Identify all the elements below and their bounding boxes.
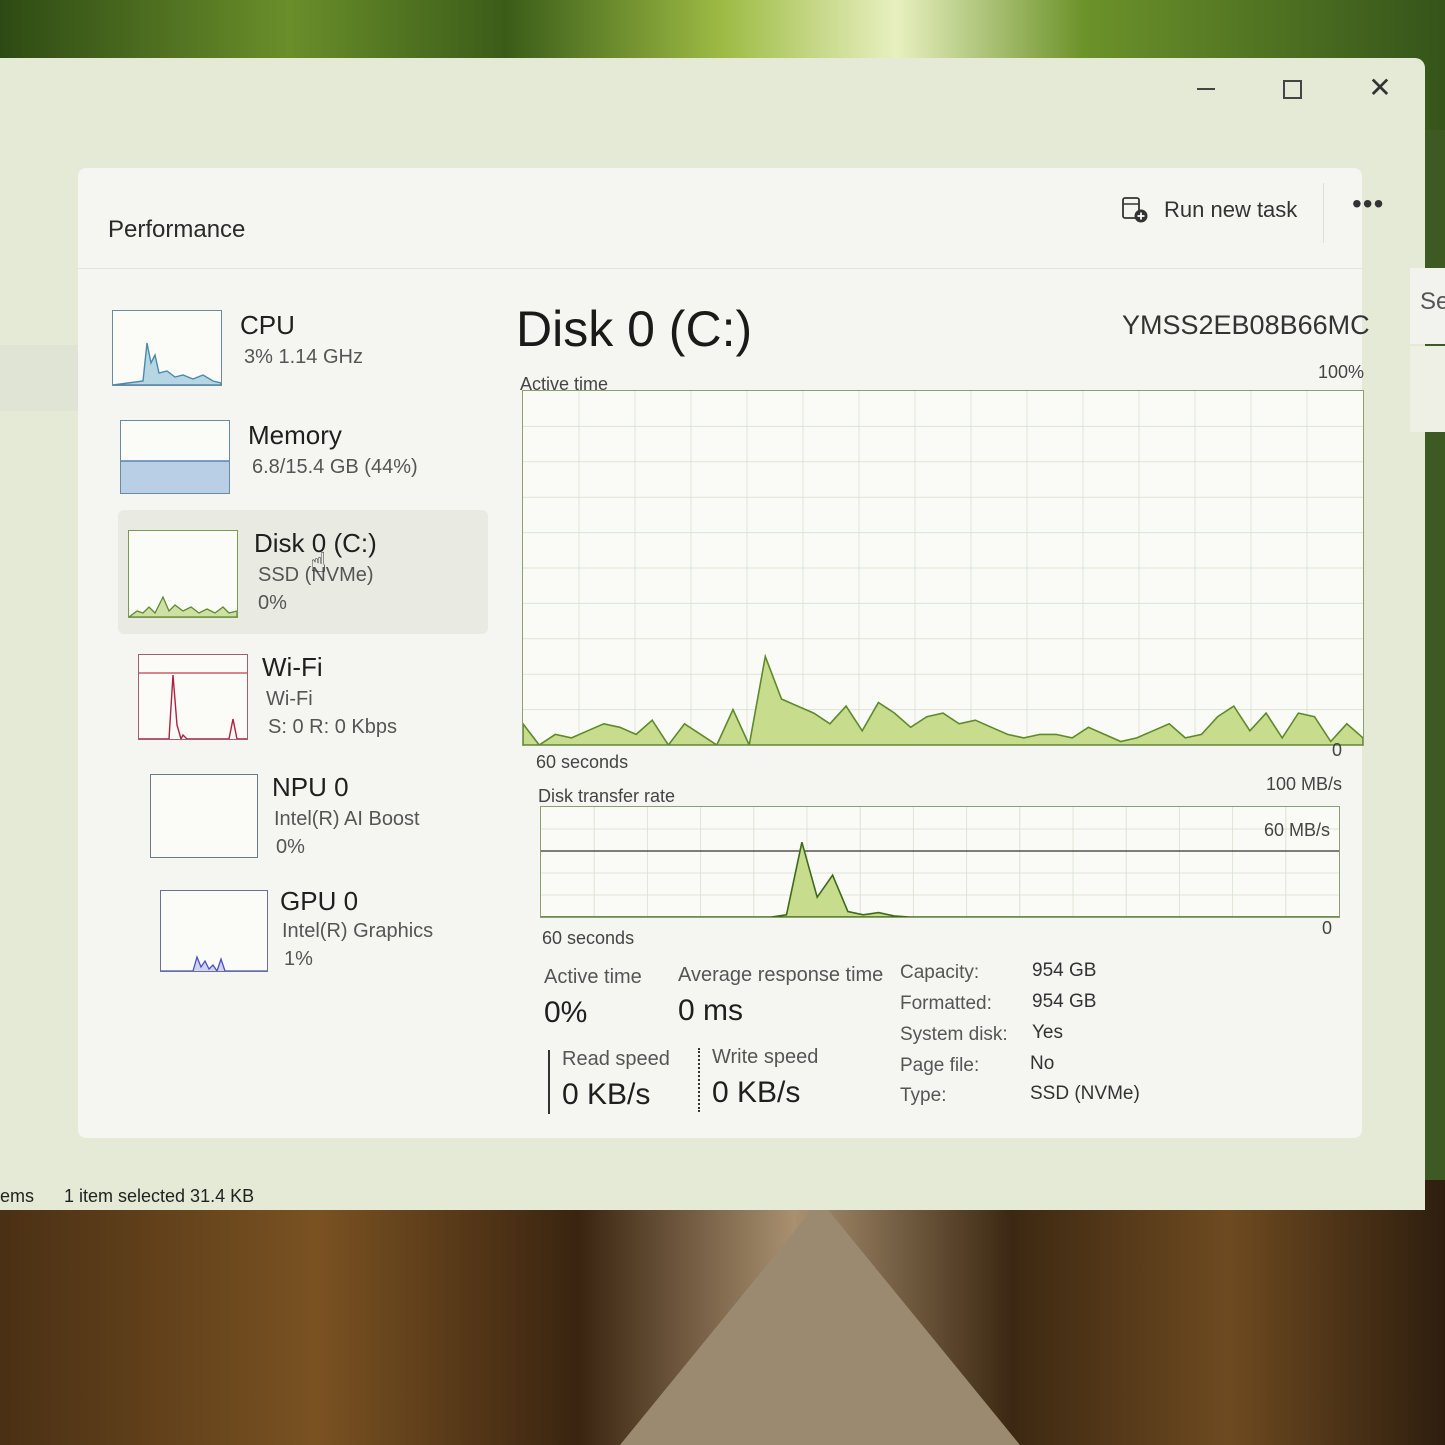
status-selection: 1 item selected 31.4 KB <box>64 1186 255 1206</box>
property-key: Capacity: <box>900 962 980 983</box>
property-value: SSD (NVMe) <box>1030 1083 1140 1104</box>
property-key: System disk: <box>900 1024 1008 1045</box>
cpu-thumbnail-graph <box>112 310 222 386</box>
transfer-rate-chart <box>540 806 1340 918</box>
read-speed-value: 0 KB/s <box>562 1078 651 1111</box>
background-sidebar <box>0 345 82 411</box>
transfer-rate-grid <box>541 807 1339 917</box>
header-divider <box>1323 183 1324 243</box>
panel-header: Performance Run new task ••• <box>78 168 1383 269</box>
side-hint-text: Se <box>1420 288 1445 315</box>
sidebar-item-sub: Intel(R) AI Boost <box>274 808 420 830</box>
sidebar-item-title: NPU 0 <box>272 772 349 802</box>
performance-panel: Performance Run new task ••• CPU 3% 1.14… <box>78 168 1383 1138</box>
transfer-chart-duration: 60 seconds <box>542 928 635 948</box>
sidebar-item-sub: 6.8/15.4 GB (44%) <box>252 456 418 478</box>
property-value: 954 GB <box>1032 960 1097 981</box>
active-time-chart-min: 0 <box>1332 740 1343 760</box>
active-time-chart-max: 100% <box>1318 362 1365 382</box>
background-window-edge-2 <box>1410 346 1445 432</box>
property-value: 954 GB <box>1032 991 1097 1012</box>
disk-model: YMSS2EB08B66MC <box>1122 310 1370 340</box>
more-options-button[interactable]: ••• <box>1352 188 1384 220</box>
transfer-chart-max: 100 MB/s <box>1266 774 1343 794</box>
background-window-edge: Se <box>1410 268 1445 344</box>
sidebar-item-title: Wi-Fi <box>262 652 323 682</box>
sidebar-item-sub: Wi-Fi <box>266 688 313 710</box>
npu-thumbnail-graph <box>150 774 258 858</box>
sidebar-item-sub2: 0% <box>276 836 305 858</box>
wifi-thumbnail-graph <box>138 654 248 740</box>
page-title: Performance <box>108 216 246 243</box>
run-new-task-button[interactable]: Run new task <box>1122 194 1297 226</box>
run-task-icon <box>1122 197 1148 223</box>
sidebar-item-sub2: 1% <box>284 948 313 970</box>
property-key: Page file: <box>900 1055 980 1076</box>
active-time-chart-duration: 60 seconds <box>536 752 629 772</box>
property-key: Type: <box>900 1085 947 1106</box>
wallpaper-path <box>620 1200 1020 1445</box>
transfer-rate-series <box>541 841 1339 917</box>
maximize-button[interactable] <box>1283 80 1302 99</box>
property-value: Yes <box>1032 1022 1063 1043</box>
read-speed-label: Read speed <box>562 1048 670 1070</box>
transfer-chart-min: 0 <box>1322 918 1333 938</box>
active-time-stat-label: Active time <box>544 966 642 988</box>
close-button[interactable]: ✕ <box>1360 70 1400 106</box>
minimize-button[interactable] <box>1197 88 1215 90</box>
status-item-count: ems <box>0 1186 35 1206</box>
disk-thumbnail-graph <box>128 530 238 618</box>
gpu-thumbnail-graph <box>160 890 268 972</box>
write-speed-value: 0 KB/s <box>712 1076 801 1109</box>
sidebar-item-sub: Intel(R) Graphics <box>282 920 434 942</box>
hand-cursor-icon: ☝ <box>310 547 328 578</box>
sidebar-item-title: CPU <box>240 310 295 340</box>
sidebar-item-sub: 3% 1.14 GHz <box>244 346 363 368</box>
active-time-stat-value: 0% <box>544 996 588 1029</box>
property-value: No <box>1030 1053 1055 1074</box>
sidebar-item-sub2: 0% <box>258 592 287 614</box>
sidebar-item-title: Memory <box>248 420 342 450</box>
avg-response-label: Average response time <box>678 964 884 986</box>
run-task-label: Run new task <box>1164 197 1298 222</box>
memory-thumbnail-graph <box>120 420 230 494</box>
transfer-chart-mid: 60 MB/s <box>1264 820 1331 840</box>
sidebar-item-title: GPU 0 <box>280 886 359 916</box>
write-speed-marker <box>698 1048 700 1112</box>
read-speed-marker <box>548 1050 550 1114</box>
active-time-grid <box>523 391 1363 745</box>
transfer-chart-label: Disk transfer rate <box>538 786 676 806</box>
property-key: Formatted: <box>900 993 992 1014</box>
write-speed-label: Write speed <box>712 1046 819 1068</box>
active-time-chart <box>522 390 1364 746</box>
active-time-series <box>523 653 1363 745</box>
sidebar-item-sub2: S: 0 R: 0 Kbps <box>268 716 397 738</box>
avg-response-value: 0 ms <box>678 994 744 1027</box>
disk-title: Disk 0 (C:) <box>516 301 753 357</box>
